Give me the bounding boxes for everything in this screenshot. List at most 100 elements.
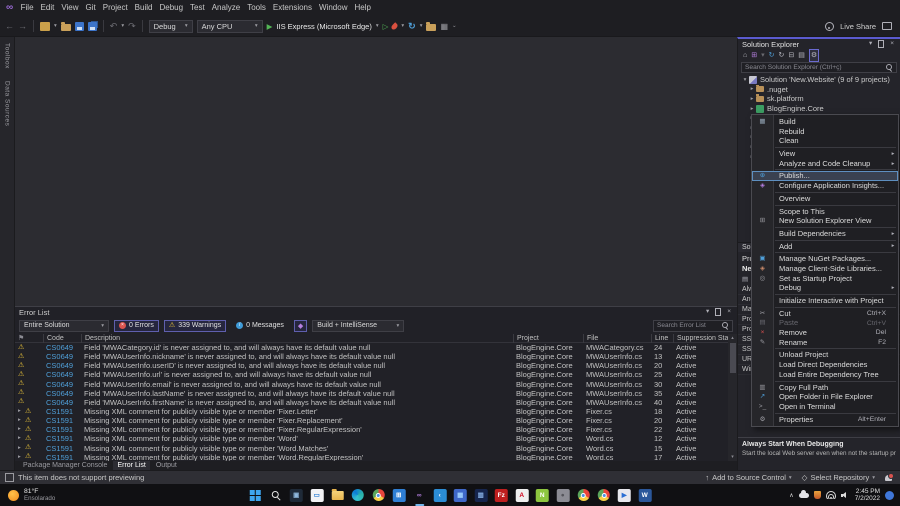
menu-tools[interactable]: Tools xyxy=(244,0,270,16)
filezilla-icon[interactable]: Fz xyxy=(494,488,509,503)
menu-edit[interactable]: Edit xyxy=(37,0,58,16)
live-share-icon[interactable] xyxy=(825,22,834,31)
chrome-profile-icon[interactable] xyxy=(576,488,591,503)
vs-code-icon[interactable]: ‹ xyxy=(432,488,447,503)
error-row[interactable]: ⚠CS0649Field 'MWAUserInfo.userID' is nev… xyxy=(15,361,728,370)
refresh-dropdown-icon[interactable]: ▾ xyxy=(420,23,423,29)
error-code[interactable]: CS1591 xyxy=(43,425,81,434)
menu-view[interactable]: View xyxy=(58,0,82,16)
start-without-debugging-icon[interactable]: ▷ xyxy=(383,22,389,31)
error-code[interactable]: CS1591 xyxy=(43,434,81,443)
photos-icon[interactable]: ▦ xyxy=(453,488,468,503)
context-menu-item-initialize-interactive-with-project[interactable]: Initialize Interactive with Project xyxy=(752,296,898,306)
microsoft-store-icon[interactable]: ⊞ xyxy=(391,488,406,503)
live-share-label[interactable]: Live Share xyxy=(840,22,876,31)
context-menu-item-add[interactable]: Add▸ xyxy=(752,242,898,252)
error-row[interactable]: ⚠CS0649Field 'MWACategory.id' is never a… xyxy=(15,343,728,352)
window-position-icon[interactable]: ▾ xyxy=(869,39,872,49)
scroll-up-icon[interactable]: ▴ xyxy=(728,334,737,342)
wifi-icon[interactable] xyxy=(826,491,836,499)
add-to-source-control-button[interactable]: ↑ Add to Source Control ▾ xyxy=(705,473,791,482)
sync-with-active-document-icon[interactable]: ↻ xyxy=(769,50,775,61)
window-layout-icon[interactable]: ▦ xyxy=(440,22,448,31)
context-menu-item-configure-application-insights[interactable]: ◈Configure Application Insights... xyxy=(752,181,898,191)
column-header-project[interactable]: Project xyxy=(513,334,583,343)
context-menu-item-copy-full-path[interactable]: ▥Copy Full Path xyxy=(752,383,898,393)
find-in-files-icon[interactable] xyxy=(426,24,436,31)
menu-git[interactable]: Git xyxy=(82,0,99,16)
menu-analyze[interactable]: Analyze xyxy=(208,0,243,16)
undo-dropdown-icon[interactable]: ▾ xyxy=(121,23,124,29)
errors-filter-button[interactable]: × 0 Errors xyxy=(114,320,159,332)
error-list-search-input[interactable]: Search Error List xyxy=(653,320,733,332)
undo-icon[interactable]: ↶ xyxy=(110,16,118,36)
error-code[interactable]: CS1591 xyxy=(43,444,81,453)
source-dropdown[interactable]: Build + IntelliSense ▾ xyxy=(312,320,404,332)
column-header-flag[interactable]: ⚑ xyxy=(15,334,43,343)
context-menu-item-scope-to-this[interactable]: Scope to This xyxy=(752,207,898,217)
error-code[interactable]: CS1591 xyxy=(43,416,81,425)
context-menu-item-load-entire-dependency-tree[interactable]: Load Entire Dependency Tree xyxy=(752,370,898,380)
pin-icon[interactable] xyxy=(878,40,884,48)
error-row[interactable]: ▸⚠CS1591Missing XML comment for publicly… xyxy=(15,416,728,425)
navigate-forward-icon[interactable]: → xyxy=(18,16,27,36)
pin-icon[interactable] xyxy=(715,308,721,316)
windows-start-icon[interactable] xyxy=(248,488,263,503)
context-menu-item-view[interactable]: View▸ xyxy=(752,149,898,159)
menu-help[interactable]: Help xyxy=(351,0,374,16)
error-row[interactable]: ▸⚠CS1591Missing XML comment for publicly… xyxy=(15,444,728,453)
navigate-back-icon[interactable]: ← xyxy=(5,16,14,36)
error-row[interactable]: ⚠CS0649Field 'MWAUserInfo.url' is never … xyxy=(15,370,728,379)
edge-icon[interactable] xyxy=(350,488,365,503)
platform-dropdown[interactable]: Any CPU ▾ xyxy=(197,20,263,33)
search-icon[interactable] xyxy=(268,488,283,503)
error-code[interactable]: CS0649 xyxy=(43,361,81,370)
visual-studio-icon[interactable]: ∞ xyxy=(412,488,427,503)
save-all-icon[interactable] xyxy=(88,22,97,31)
column-header-file[interactable]: File xyxy=(583,334,651,343)
menu-extensions[interactable]: Extensions xyxy=(269,0,315,16)
context-menu-item-build[interactable]: ▦Build xyxy=(752,117,898,127)
context-menu-item-properties[interactable]: ⚙PropertiesAlt+Enter xyxy=(752,415,898,425)
dock-tab-toolbox[interactable]: Toolbox xyxy=(4,43,11,69)
tab-package-manager-console[interactable]: Package Manager Console xyxy=(19,461,111,470)
context-menu-item-set-as-startup-project[interactable]: ◎Set as Startup Project xyxy=(752,274,898,284)
properties-icon[interactable]: ⚙ xyxy=(809,49,819,62)
error-code[interactable]: CS0649 xyxy=(43,370,81,379)
sql-server-icon[interactable]: ▥ xyxy=(473,488,488,503)
refresh-icon[interactable]: ↻ xyxy=(779,50,785,61)
save-icon[interactable] xyxy=(75,22,84,31)
context-menu-item-load-direct-dependencies[interactable]: Load Direct Dependencies xyxy=(752,360,898,370)
onedrive-icon[interactable] xyxy=(799,493,809,498)
remote-desktop-icon[interactable]: ▶ xyxy=(617,488,632,503)
context-menu-item-overview[interactable]: Overview xyxy=(752,194,898,204)
context-menu-item-rename[interactable]: ✎RenameF2 xyxy=(752,338,898,348)
error-code[interactable]: CS0649 xyxy=(43,398,81,407)
anydesk-icon[interactable]: A xyxy=(514,488,529,503)
error-row[interactable]: ▸⚠CS1591Missing XML comment for publicly… xyxy=(15,434,728,443)
error-code[interactable]: CS1591 xyxy=(43,407,81,416)
expander-icon[interactable]: ▸ xyxy=(18,453,23,461)
scrollbar-thumb[interactable] xyxy=(730,343,736,373)
column-header-line[interactable]: Line xyxy=(651,334,673,343)
close-icon[interactable]: × xyxy=(890,39,894,49)
task-view-icon[interactable]: ▣ xyxy=(289,488,304,503)
context-menu-item-rebuild[interactable]: Rebuild xyxy=(752,127,898,137)
run-target-label[interactable]: IIS Express (Microsoft Edge) xyxy=(276,22,371,31)
menu-file[interactable]: File xyxy=(17,0,37,16)
tray-overflow-icon[interactable]: ∧ xyxy=(789,492,793,499)
refresh-icon[interactable]: ↻ xyxy=(408,21,416,32)
scroll-down-icon[interactable]: ▾ xyxy=(728,453,737,461)
column-header-code[interactable]: Code xyxy=(43,334,81,343)
error-code[interactable]: CS0649 xyxy=(43,380,81,389)
notifications-bell-icon[interactable] xyxy=(885,475,892,481)
home-icon[interactable]: ⌂ xyxy=(743,50,747,61)
switch-views-icon[interactable]: ⊞ xyxy=(751,50,757,61)
error-code[interactable]: CS0649 xyxy=(43,389,81,398)
expander-icon[interactable]: ▸ xyxy=(18,416,23,425)
chrome-profile-2-icon[interactable] xyxy=(596,488,611,503)
error-row[interactable]: ▸⚠CS1591Missing XML comment for publicly… xyxy=(15,425,728,434)
expander-icon[interactable]: ▸ xyxy=(18,407,23,416)
weather-widget[interactable]: 81°F Ensolarado xyxy=(8,488,55,502)
tree-item-solution-new-website-9-of-9-projects[interactable]: ▾Solution 'New.Website' (9 of 9 projects… xyxy=(738,75,900,85)
